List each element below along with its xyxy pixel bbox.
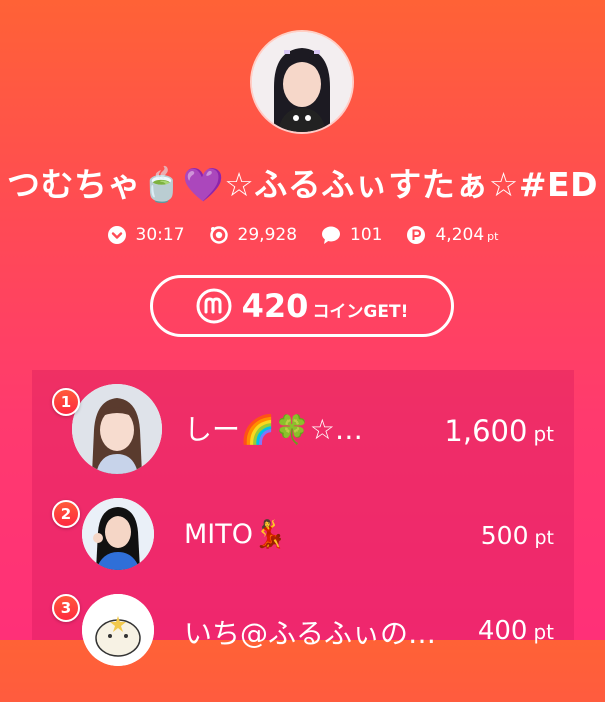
rank-badge: 1 [52,388,80,416]
coin-get-button[interactable]: 420 コインGET! [150,275,454,337]
ranker-avatar [82,498,154,570]
ranking-row[interactable]: 2 MITO💃 500 pt [32,488,574,598]
comments-stat: 101 [321,225,382,245]
stats-bar: 30:17 29,928 101 4,204 pt [0,225,605,245]
points-value: 4,204 [435,225,485,245]
ranker-name: しー🌈🍀☆… [184,413,363,446]
broadcaster-photo [252,32,352,132]
viewers-value: 29,928 [237,225,298,245]
comments-value: 101 [350,225,383,245]
coin-label: コインGET! [312,301,409,322]
rank-badge: 3 [52,594,80,622]
viewers-stat: 29,928 [209,225,297,245]
ranker-avatar [82,594,154,666]
chevron-circle-icon [107,226,126,244]
points-unit: pt [487,230,499,243]
coin-amount: 420 [241,287,309,325]
rank-badge: 2 [52,500,80,528]
ranking-row[interactable]: 1 しー🌈🍀☆… 1,600 pt [32,376,574,486]
ranker-points: 1,600 pt [444,414,554,448]
ranker-points: 400 pt [477,616,554,646]
viewer-ring-icon [209,226,228,244]
ranker-name: いち@ふるふぃの… [184,617,437,650]
p-coin-icon [407,226,426,244]
ranking-list: 1 しー🌈🍀☆… 1,600 pt 2 MITO💃 500 pt 3 いち@ふる… [32,370,574,666]
duration-value: 30:17 [135,225,185,245]
points-stat: 4,204 pt [406,225,498,245]
ranker-name: MITO💃 [184,519,287,550]
stream-title: つむちゃ🍵💜☆ふるふぃすたぁ☆#ED [7,165,598,204]
ranking-row[interactable]: 3 いち@ふるふぃの… 400 pt [32,592,574,702]
ranker-points: 500 pt [480,521,554,550]
ranker-avatar [72,384,162,474]
m-coin-icon [196,288,232,324]
broadcaster-avatar[interactable] [252,32,352,132]
speech-bubble-icon [322,226,341,244]
duration-stat: 30:17 [107,225,185,245]
